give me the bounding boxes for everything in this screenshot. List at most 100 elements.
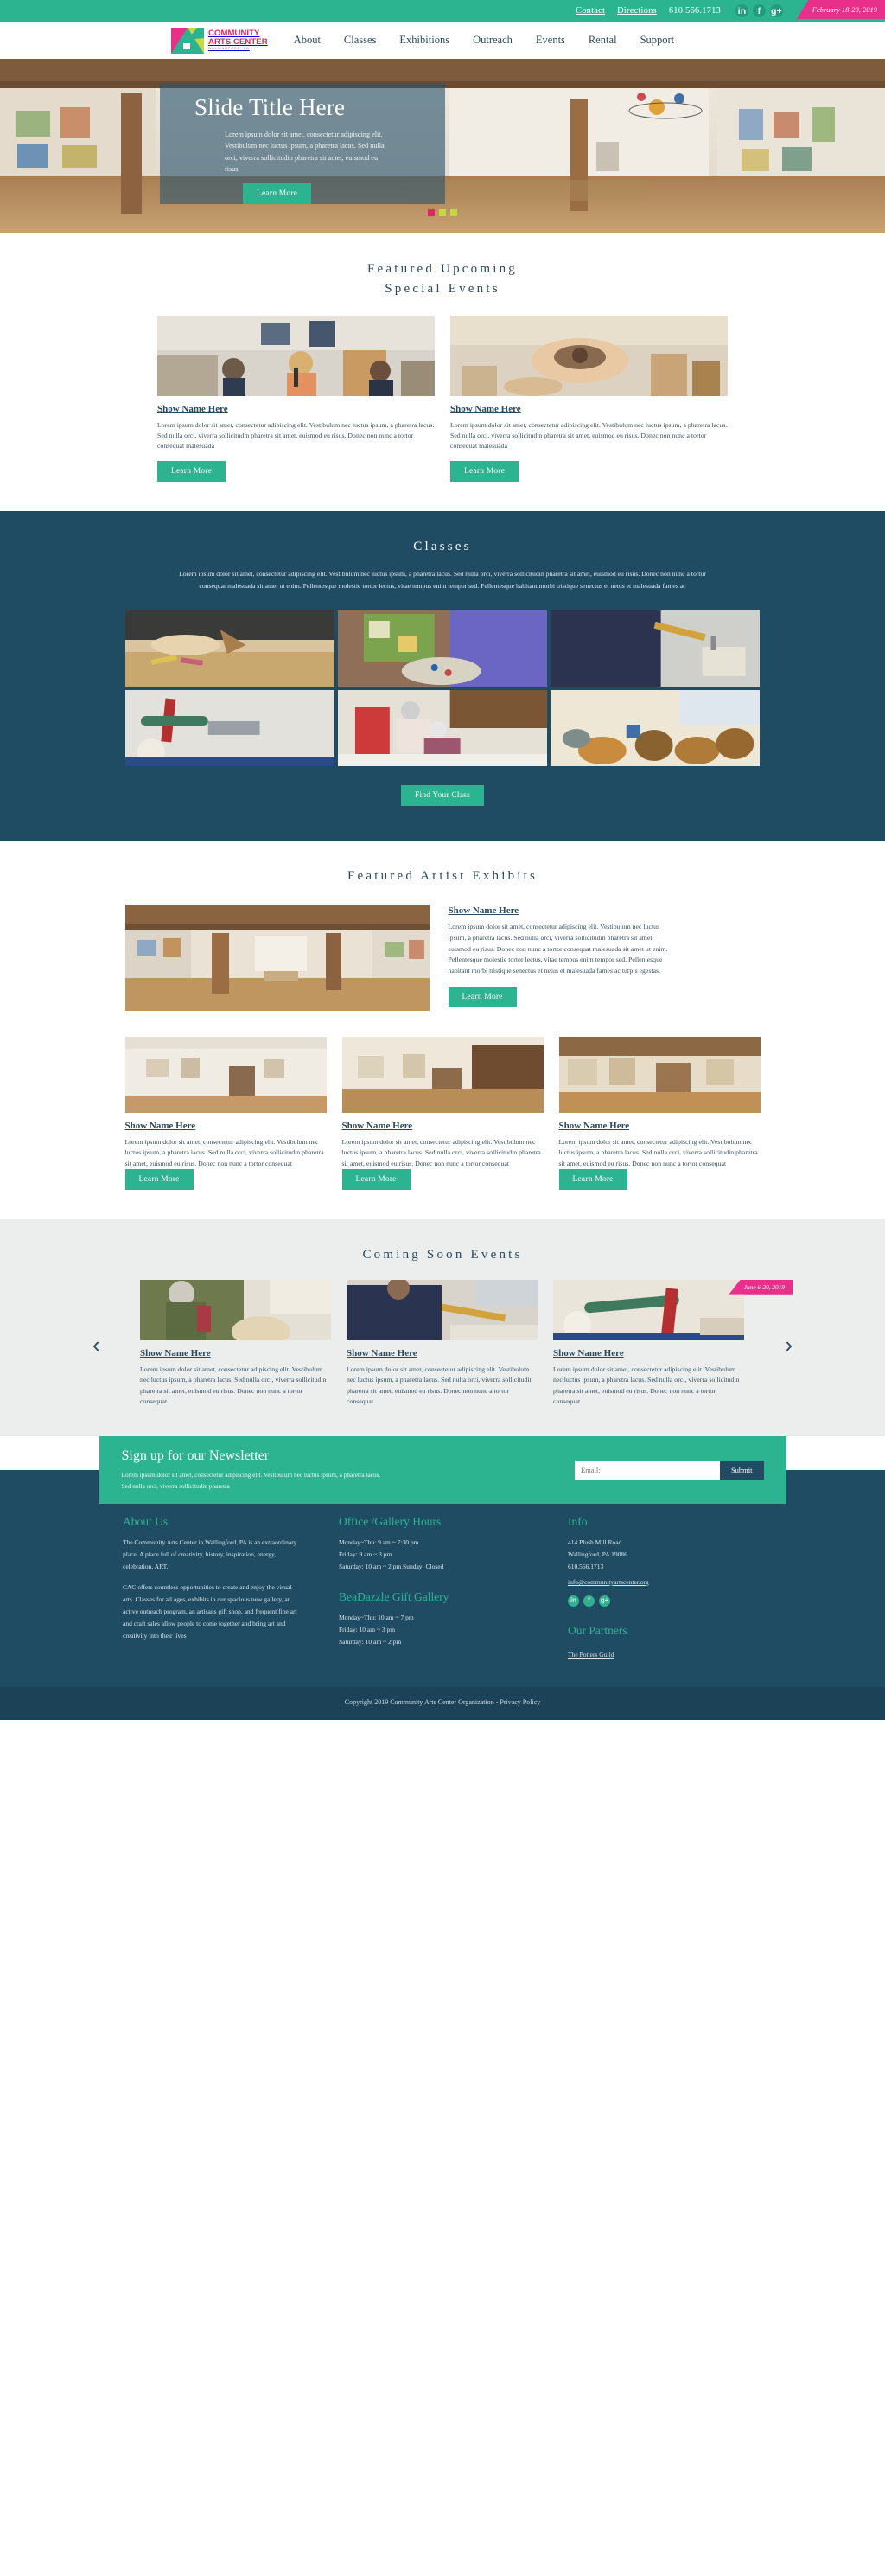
carousel-dot-1[interactable] (428, 209, 435, 216)
facebook-icon[interactable]: f (583, 1595, 595, 1608)
exhibit-cards-row: Show Name Here Lorem ipsum dolor sit ame… (124, 1036, 761, 1191)
facebook-icon[interactable]: f (753, 4, 766, 17)
class-photo (124, 689, 334, 766)
find-your-class-button[interactable]: Find Your Class (401, 784, 484, 806)
footer-columns: About Us The Community Arts Center in Wa… (123, 1515, 762, 1661)
featured-event-card: February 18-20, 2019 Show Name Here Lore… (450, 0, 885, 482)
footer-info-column: Info 414 Plush Mill Road Wallingford, PA… (568, 1515, 749, 1661)
event-learn-more-button[interactable]: Learn More (157, 460, 226, 482)
event-name-link[interactable]: Show Name Here (450, 404, 728, 414)
footer-phone: 610.566.1713 (568, 1563, 604, 1571)
event-learn-more-button[interactable]: Learn More (450, 460, 519, 482)
exhibit-learn-more-button[interactable]: Learn More (558, 1169, 627, 1191)
linkedin-icon[interactable]: in (735, 4, 748, 17)
coming-soon-name-link[interactable]: Show Name Here (553, 1348, 744, 1358)
newsletter-title: Sign up for our Newsletter (121, 1448, 270, 1464)
exhibit-thumbnail (124, 1036, 327, 1113)
newsletter-description: Lorem ipsum dolor sit amet, consectetur … (121, 1471, 381, 1490)
footer-hours-lines: Monday~Thu: 9 am ~ 7:30 pm Friday: 9 am … (339, 1538, 444, 1571)
event-description: Lorem ipsum dolor sit amet, consectetur … (450, 420, 728, 451)
exhibit-card: Show Name Here Lorem ipsum dolor sit ame… (124, 1036, 327, 1191)
coming-soon-card: June 6-20, 2019 Show Name Here Lorem ips… (553, 1279, 793, 1408)
coming-soon-row: February 18-20, 2019 Show Name Here Lore… (140, 1279, 793, 1408)
class-photo (551, 610, 761, 687)
logo-line-2: ARTS CENTER (208, 36, 268, 47)
newsletter-copy: Sign up for our Newsletter Lorem ipsum d… (122, 1448, 459, 1493)
event-name-link[interactable]: Show Name Here (157, 404, 435, 414)
hero-title: Slide Title Here (194, 94, 346, 120)
coming-soon-name-link[interactable]: Show Name Here (347, 1348, 538, 1358)
site-logo[interactable]: COMMUNITY ARTS CENTER WALLINGFORD, PA (171, 27, 268, 54)
carousel-next-arrow[interactable]: › (785, 1333, 793, 1356)
hero-learn-more-button[interactable]: Learn More (243, 183, 312, 205)
google-plus-icon[interactable]: g+ (770, 4, 783, 17)
logo-mark-icon (171, 27, 204, 54)
footer-about-column: About Us The Community Arts Center in Wa… (123, 1515, 304, 1661)
coming-soon-title: Coming Soon Events (362, 1248, 523, 1262)
submit-button[interactable]: Submit (719, 1461, 764, 1480)
footer-about-title: About Us (123, 1515, 169, 1529)
exhibit-description: Lorem ipsum dolor sit amet, consectetur … (558, 1137, 758, 1167)
email-field[interactable] (574, 1461, 720, 1480)
directions-link[interactable]: Directions (617, 6, 657, 16)
nav-item-exhibitions[interactable]: Exhibitions (399, 34, 449, 47)
footer-about-paragraph-2: CAC offers countless opportunities to cr… (123, 1583, 297, 1640)
nav-item-rental[interactable]: Rental (589, 34, 617, 47)
coming-soon-description: Lorem ipsum dolor sit amet, consectetur … (553, 1365, 740, 1405)
exhibit-card: Show Name Here Lorem ipsum dolor sit ame… (558, 1036, 761, 1191)
event-date-ribbon: February 18-20, 2019 (796, 0, 885, 19)
exhibit-name-link[interactable]: Show Name Here (125, 1121, 327, 1131)
carousel-dot-3[interactable] (450, 209, 457, 216)
featured-event-card: February 18-20, 2019 Show Name Here Lore… (157, 0, 885, 482)
classes-title: Classes (413, 539, 472, 553)
exhibit-name-link[interactable]: Show Name Here (449, 905, 673, 916)
class-photo (337, 610, 548, 687)
footer-email-link[interactable]: info@communityartscenter.org (568, 1576, 649, 1588)
exhibit-learn-more-button[interactable]: Learn More (448, 987, 517, 1008)
coming-soon-thumbnail (553, 1279, 744, 1340)
class-photo (337, 689, 548, 766)
nav-item-events[interactable]: Events (536, 34, 565, 47)
exhibit-description: Lorem ipsum dolor sit amet, consectetur … (124, 1137, 324, 1167)
coming-soon-name-link[interactable]: Show Name Here (140, 1348, 331, 1358)
exhibit-thumbnail (341, 1036, 544, 1113)
exhibit-learn-more-button[interactable]: Learn More (341, 1169, 411, 1191)
footer-hours-title: Office /Gallery Hours (339, 1515, 442, 1529)
featured-events-row: February 18-20, 2019 Show Name Here Lore… (157, 0, 885, 482)
featured-exhibit: Show Name Here Lorem ipsum dolor sit ame… (124, 904, 761, 1011)
google-plus-icon[interactable]: g+ (599, 1595, 610, 1608)
newsletter-signup: Sign up for our Newsletter Lorem ipsum d… (99, 1436, 786, 1505)
nav-item-support[interactable]: Support (640, 34, 675, 47)
copyright-bar: Copyright 2019 Community Arts Center Org… (0, 1687, 885, 1721)
hero-content: Slide Title Here Lorem ipsum dolor sit a… (160, 83, 445, 205)
coming-soon-thumbnail (140, 1279, 331, 1340)
footer-partner-link[interactable]: The Potters Guild (568, 1649, 614, 1661)
classes-image-grid (124, 610, 761, 766)
exhibit-name-link[interactable]: Show Name Here (342, 1121, 544, 1131)
contact-link[interactable]: Contact (576, 6, 605, 16)
coming-soon-carousel: ‹ › February 1 (92, 1279, 793, 1408)
classes-description: Lorem ipsum dolor sit amet, consectetur … (179, 570, 706, 591)
featured-events-section: Featured Upcoming Special Events Show Na… (0, 0, 885, 511)
exhibit-description: Lorem ipsum dolor sit amet, consectetur … (448, 922, 668, 975)
class-photo (551, 689, 761, 766)
exhibit-description: Lorem ipsum dolor sit amet, consectetur … (341, 1137, 541, 1167)
footer-gift-gallery-title: BeaDazzle Gift Gallery (339, 1590, 449, 1604)
artist-exhibits-title: Featured Artist Exhibits (347, 868, 538, 883)
nav-item-outreach[interactable]: Outreach (473, 34, 513, 47)
carousel-dot-2[interactable] (439, 209, 446, 216)
exhibit-card: Show Name Here Lorem ipsum dolor sit ame… (341, 1036, 544, 1191)
exhibit-learn-more-button[interactable]: Learn More (124, 1169, 194, 1191)
utility-topbar: Contact Directions 610.566.1713 in f g+ (0, 0, 885, 22)
carousel-prev-arrow[interactable]: ‹ (92, 1333, 100, 1356)
logo-text: COMMUNITY ARTS CENTER WALLINGFORD, PA (208, 29, 268, 50)
nav-item-classes[interactable]: Classes (344, 34, 377, 47)
linkedin-icon[interactable]: in (568, 1595, 579, 1608)
hero-description: Lorem ipsum dolor sit amet, consectetur … (225, 131, 385, 173)
nav-item-about[interactable]: About (294, 34, 321, 47)
coming-soon-description: Lorem ipsum dolor sit amet, consectetur … (347, 1365, 533, 1405)
exhibit-thumbnail (558, 1036, 761, 1113)
featured-events-title-line1: Featured Upcoming (367, 262, 518, 276)
exhibit-name-link[interactable]: Show Name Here (559, 1121, 761, 1131)
phone-number: 610.566.1713 (668, 6, 721, 16)
